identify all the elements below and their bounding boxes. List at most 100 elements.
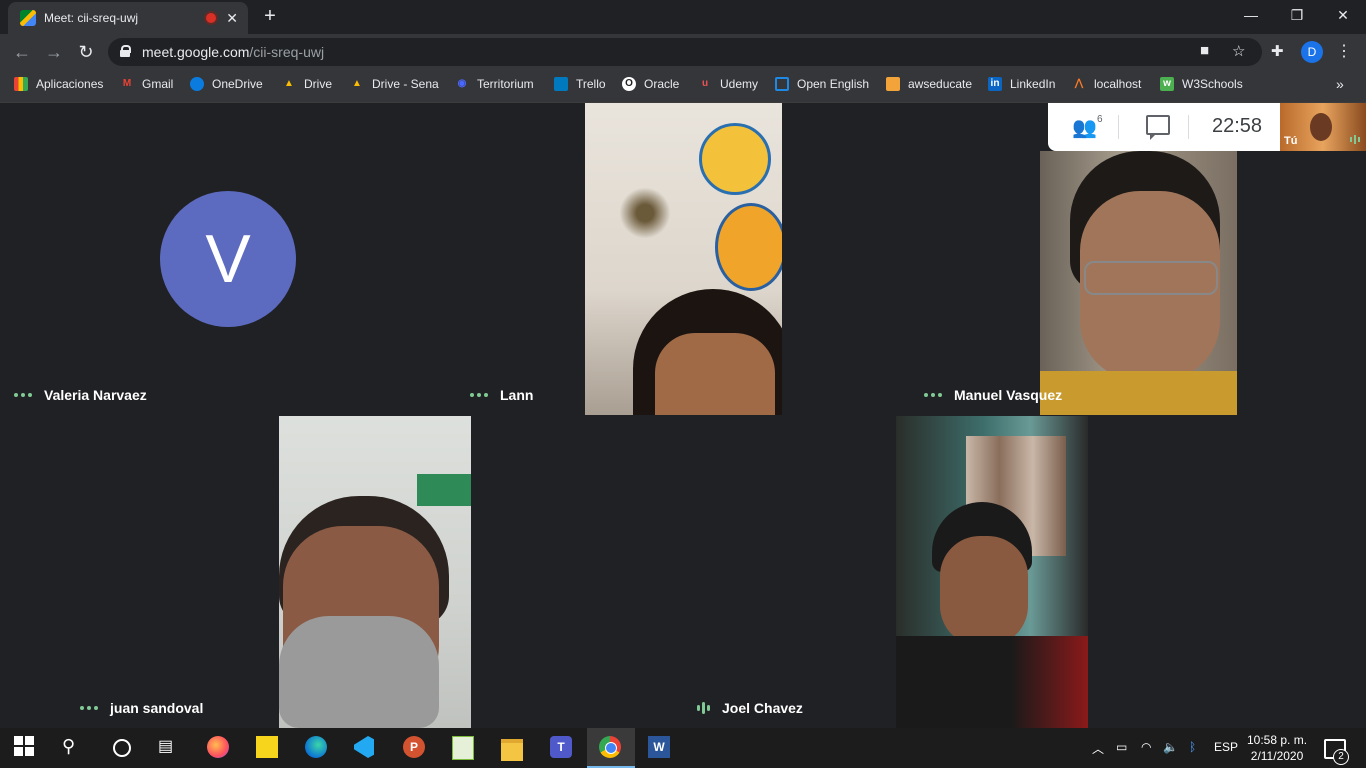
more-bookmarks-icon[interactable]: » (1336, 76, 1344, 92)
participant-video (279, 416, 471, 728)
forward-button[interactable]: → (42, 40, 66, 64)
teams-icon[interactable]: T (550, 736, 574, 760)
notification-count-badge: 2 (1333, 749, 1349, 765)
battery-icon[interactable]: ▭ (1116, 740, 1127, 754)
udemy-icon: u (701, 78, 709, 89)
vscode-icon[interactable] (354, 736, 378, 760)
url-text: meet.google.com/cii-sreq-uwj (142, 44, 325, 60)
self-face (1310, 113, 1332, 141)
divider (1188, 115, 1189, 139)
sticky-notes-icon[interactable] (256, 736, 280, 760)
search-icon[interactable]: ⚲ (62, 736, 86, 760)
file-explorer-icon[interactable] (501, 736, 525, 761)
notepad-plus-plus-icon[interactable] (452, 736, 476, 760)
participant-tile-juan[interactable]: juan sandoval (66, 416, 683, 728)
participant-shirt (896, 636, 1088, 728)
wifi-icon[interactable]: ◠ (1141, 740, 1151, 754)
bookmark-w3schools[interactable]: w W3Schools (1160, 77, 1243, 91)
participant-face (940, 536, 1028, 646)
bluetooth-icon[interactable]: ᛒ (1189, 740, 1196, 754)
bookmark-udemy[interactable]: u Udemy (698, 77, 758, 91)
bookmark-aplicaciones[interactable]: Aplicaciones (14, 77, 103, 91)
firefox-icon[interactable] (207, 736, 231, 760)
tab-strip: Meet: cii-sreq-uwj ✕ + — ❐ ✕ (0, 0, 1366, 34)
volume-icon[interactable]: 🔈 (1163, 740, 1178, 754)
clock-time: 10:58 p. m. (1247, 733, 1308, 747)
participant-count: 6 (1097, 114, 1103, 125)
close-tab-icon[interactable]: ✕ (226, 10, 238, 27)
bookmark-onedrive[interactable]: OneDrive (190, 77, 263, 91)
bookmark-star-icon[interactable]: ☆ (1232, 42, 1245, 60)
address-bar[interactable]: meet.google.com/cii-sreq-uwj ■ ☆ (108, 38, 1262, 66)
participant-video (896, 416, 1088, 728)
participant-video (1040, 151, 1237, 415)
lock-icon (120, 45, 131, 57)
language-indicator[interactable]: ESP (1214, 740, 1238, 754)
windows-start-icon[interactable] (14, 736, 38, 760)
browser-menu-icon[interactable]: ⋮ (1336, 41, 1352, 61)
edge-icon[interactable] (305, 736, 329, 760)
participant-tile-valeria[interactable]: V Valeria Narvaez (0, 103, 456, 415)
reload-button[interactable]: ↻ (74, 40, 98, 64)
extensions-puzzle-icon[interactable]: ✚ (1271, 42, 1284, 60)
bookmark-awseducate[interactable]: awseducate (886, 77, 972, 91)
camera-icon[interactable]: ■ (1200, 42, 1209, 59)
meeting-clock: 22:58 (1212, 115, 1263, 137)
avatar: V (160, 191, 296, 327)
profile-avatar[interactable]: D (1301, 41, 1323, 63)
territorium-icon: ◉ (457, 78, 467, 89)
participant-video (585, 103, 782, 415)
participant-name: Lann (470, 387, 533, 403)
chat-icon[interactable] (1146, 115, 1170, 140)
bookmark-open-english[interactable]: Open English (775, 77, 869, 91)
bookmark-trello[interactable]: Trello (554, 77, 606, 91)
people-icon[interactable]: 👥 (1072, 115, 1097, 140)
windows-taskbar: ⚲ ▤ P T W ︿ ▭ ◠ 🔈 ᛒ ESP 10:58 p. m. 2/11… (0, 728, 1366, 768)
bookmark-drive[interactable]: ▲ Drive (282, 77, 332, 91)
participant-tile-lann[interactable]: Lann (456, 103, 912, 415)
google-meet-icon (20, 10, 36, 26)
minimize-button[interactable]: — (1228, 0, 1274, 32)
exit-sign (417, 474, 471, 506)
google-drive-icon: ▲ (352, 78, 362, 89)
participant-tile-joel[interactable]: Joel Chavez (683, 416, 1300, 728)
aws-icon (886, 77, 900, 91)
self-audio-indicator-icon (1350, 135, 1360, 144)
task-view-icon[interactable]: ▤ (158, 736, 182, 760)
onedrive-icon (190, 77, 204, 91)
participant-name: Manuel Vasquez (924, 387, 1062, 403)
w3schools-icon: w (1160, 77, 1174, 91)
back-button[interactable]: ← (10, 40, 34, 64)
xampp-icon: ⋀ (1074, 78, 1084, 89)
bookmark-drive-sena[interactable]: ▲ Drive - Sena (350, 77, 439, 91)
taskbar-clock[interactable]: 10:58 p. m. 2/11/2020 (1247, 732, 1307, 764)
new-tab-button[interactable]: + (258, 4, 282, 28)
restore-button[interactable]: ❐ (1274, 0, 1320, 32)
self-view-tile[interactable]: Tú (1280, 103, 1366, 151)
gmail-icon: M (122, 78, 132, 89)
cortana-icon[interactable] (110, 736, 134, 760)
bookmark-territorium[interactable]: ◉ Territorium (455, 77, 534, 91)
meet-stage: V Valeria Narvaez Lann Manuel Vasquez ju… (0, 103, 1366, 728)
bookmark-localhost[interactable]: ⋀ localhost (1072, 77, 1141, 91)
audio-indicator-icon (14, 393, 32, 397)
recording-indicator-icon (206, 13, 217, 23)
linkedin-icon: in (988, 77, 1002, 91)
bookmark-gmail[interactable]: M Gmail (120, 77, 174, 91)
participant-shirt (1040, 371, 1237, 415)
powerpoint-icon[interactable]: P (403, 736, 427, 760)
google-drive-icon: ▲ (284, 78, 294, 89)
open-english-icon (775, 77, 789, 91)
bookmark-oracle[interactable]: O Oracle (622, 77, 679, 91)
close-window-button[interactable]: ✕ (1320, 0, 1366, 32)
tab-meet[interactable]: Meet: cii-sreq-uwj ✕ (8, 2, 248, 34)
word-icon[interactable]: W (648, 736, 672, 760)
audio-indicator-icon (924, 393, 942, 397)
participant-face (655, 333, 775, 415)
wall-decoration (715, 203, 782, 291)
chrome-icon[interactable] (599, 736, 623, 760)
bookmark-linkedin[interactable]: in LinkedIn (988, 77, 1055, 91)
show-hidden-icons-icon[interactable]: ︿ (1092, 740, 1104, 757)
speaking-indicator-icon (697, 702, 710, 714)
participant-name: Joel Chavez (697, 700, 803, 716)
